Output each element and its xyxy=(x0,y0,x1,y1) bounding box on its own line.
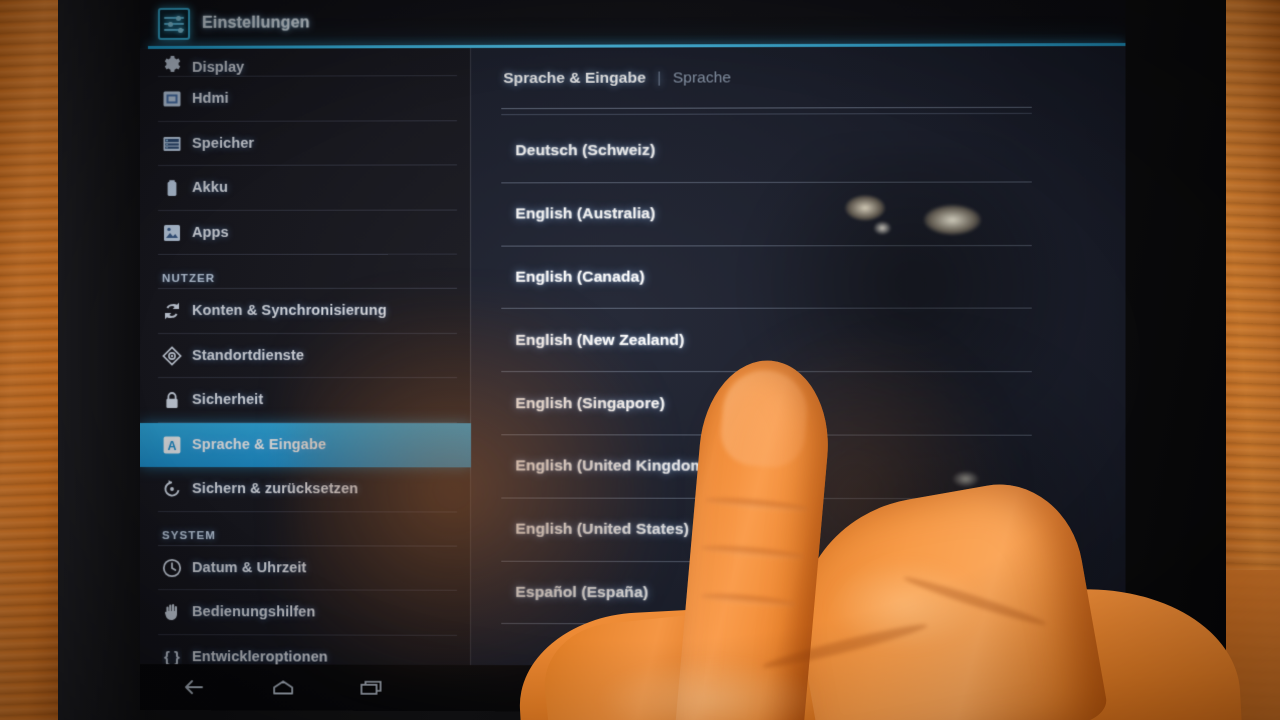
photo-scene: Einstellungen Display Hdmi Speicher Akku… xyxy=(0,0,1280,720)
language-label: Deutsch (Schweiz) xyxy=(515,142,656,160)
storage-list-icon xyxy=(162,134,182,154)
app-title: Einstellungen xyxy=(202,14,310,32)
gear-icon xyxy=(162,54,182,74)
breadcrumb-current: Sprache xyxy=(672,69,732,87)
screen-glare-lower xyxy=(952,470,979,488)
tablet-screen: Einstellungen Display Hdmi Speicher Akku… xyxy=(140,0,1126,714)
sidebar-item-sichern-zuruecksetzen[interactable]: Sichern & zurücksetzen xyxy=(140,467,471,512)
sidebar-item-label: Sicherheit xyxy=(192,392,264,409)
sidebar-item-datum-uhrzeit[interactable]: Datum & Uhrzeit xyxy=(140,546,471,591)
sidebar-item-apps[interactable]: Apps xyxy=(140,210,471,255)
back-arrow-icon[interactable] xyxy=(180,675,210,699)
breadcrumb-separator: | xyxy=(657,69,662,87)
sidebar-item-label: Apps xyxy=(192,224,229,241)
sidebar-item-sprache-eingabe[interactable]: A Sprache & Eingabe xyxy=(140,422,472,468)
sidebar-item-label: Konten & Synchronisierung xyxy=(192,303,387,320)
apps-image-icon xyxy=(162,223,182,243)
screen-glare-small xyxy=(873,221,892,236)
language-a-icon: A xyxy=(162,435,182,455)
home-icon[interactable] xyxy=(268,675,298,699)
battery-icon xyxy=(162,178,182,198)
list-item[interactable]: Deutsch (Schweiz) xyxy=(471,119,1125,184)
list-item[interactable]: English (Canada) xyxy=(471,246,1125,310)
language-label: Español (España) xyxy=(515,583,649,602)
clock-icon xyxy=(162,558,182,578)
language-label: English (New Zealand) xyxy=(515,331,685,349)
list-item[interactable]: English (Australia) xyxy=(471,182,1125,246)
sidebar-item-label: Standortdienste xyxy=(192,347,305,364)
settings-body: Display Hdmi Speicher Akku Apps NUTZER K… xyxy=(140,45,1126,714)
sidebar-item-label: Sichern & zurücksetzen xyxy=(192,481,359,498)
breadcrumb-rule-secondary xyxy=(501,112,1032,116)
sidebar-item-hdmi[interactable]: Hdmi xyxy=(140,76,471,121)
sidebar-item-label: Datum & Uhrzeit xyxy=(192,559,307,577)
restore-icon xyxy=(162,479,182,499)
sidebar-item-label: Bedienungshilfen xyxy=(192,604,316,621)
sync-icon xyxy=(162,301,182,321)
svg-text:A: A xyxy=(167,438,176,452)
list-item[interactable]: English (Singapore) xyxy=(471,372,1125,436)
language-label: English (United States) xyxy=(515,520,689,539)
list-item[interactable]: English (New Zealand) xyxy=(471,309,1125,372)
recent-apps-icon[interactable] xyxy=(356,676,386,700)
system-navigation-bar xyxy=(140,664,1126,714)
settings-content-pane: Sprache & Eingabe | Sprache Deutsch (Sch… xyxy=(471,45,1126,714)
breadcrumb-rule xyxy=(501,106,1032,110)
sidebar-item-label: Hdmi xyxy=(192,91,229,108)
list-item[interactable]: English (United Kingdom) xyxy=(471,435,1125,499)
sidebar-item-konten-synchronisierung[interactable]: Konten & Synchronisierung xyxy=(140,289,471,334)
settings-sidebar[interactable]: Display Hdmi Speicher Akku Apps NUTZER K… xyxy=(140,47,472,712)
breadcrumb: Sprache & Eingabe | Sprache xyxy=(503,69,731,88)
sidebar-item-label: Entwickleroptionen xyxy=(192,648,328,666)
sidebar-item-label: Display xyxy=(192,59,245,76)
location-icon xyxy=(162,345,182,366)
hand-accessibility-icon xyxy=(162,602,182,622)
action-bar: Einstellungen xyxy=(140,0,1126,48)
sidebar-item-akku[interactable]: Akku xyxy=(140,165,471,210)
language-label: English (Australia) xyxy=(515,205,656,223)
list-item[interactable]: Español (España) xyxy=(471,561,1125,626)
sidebar-item-bedienungshilfen[interactable]: Bedienungshilfen xyxy=(140,590,471,635)
sidebar-item-speicher[interactable]: Speicher xyxy=(140,121,471,166)
lock-icon xyxy=(162,390,182,410)
list-item[interactable]: English (United States) xyxy=(471,498,1125,562)
sidebar-section-nutzer: NUTZER xyxy=(140,255,471,289)
hdmi-screen-icon xyxy=(162,89,182,109)
sidebar-section-system: SYSTEM xyxy=(140,512,471,547)
language-label: English (United Kingdom) xyxy=(515,457,710,476)
sidebar-item-label: Sprache & Eingabe xyxy=(192,436,327,453)
sidebar-item-label: Akku xyxy=(192,180,228,197)
sidebar-item-label: Speicher xyxy=(192,135,255,152)
language-label: English (Singapore) xyxy=(515,394,665,412)
sidebar-item-sicherheit[interactable]: Sicherheit xyxy=(140,378,471,423)
sidebar-item-standortdienste[interactable]: Standortdienste xyxy=(140,333,471,378)
desk-surface-left xyxy=(0,0,64,720)
breadcrumb-parent[interactable]: Sprache & Eingabe xyxy=(503,70,645,87)
sidebar-item-display[interactable]: Display xyxy=(140,50,471,77)
language-list[interactable]: Deutsch (Schweiz) English (Australia) En… xyxy=(471,119,1125,626)
language-label: English (Canada) xyxy=(515,268,645,286)
settings-sliders-icon xyxy=(158,7,191,40)
